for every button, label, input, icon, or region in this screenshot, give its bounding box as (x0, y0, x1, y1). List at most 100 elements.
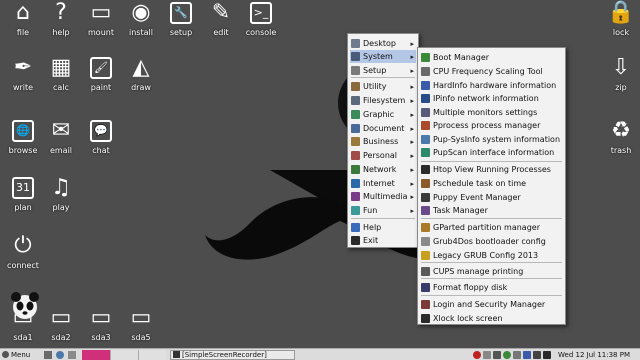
drive-icon: ▭ (90, 305, 112, 330)
spreadsheet-icon: ▦ (50, 55, 72, 80)
menu-item-label: Pup-SysInfo system information (433, 135, 561, 144)
drive-tray-icon[interactable] (513, 350, 522, 359)
system-menu-item[interactable]: PupScan interface information (420, 146, 563, 159)
clock[interactable]: Wed 12 Jul 11:38 PM (558, 351, 630, 359)
screen-recorder-icon (173, 351, 180, 358)
menu-item-fun[interactable]: Fun ▸ (350, 204, 416, 217)
menu-item-exit[interactable]: Exit (350, 234, 416, 247)
puppy-panda-icon[interactable] (2, 290, 48, 324)
menu-item-filesystem[interactable]: Filesystem ▸ (350, 94, 416, 107)
taskbar-window-label: [SimpleScreenRecorder] (182, 350, 267, 359)
desktop-icon-play[interactable]: ♫ play (38, 175, 84, 212)
system-menu-item[interactable]: Pschedule task on time (420, 177, 563, 190)
desktop-icon-label: zip (615, 83, 627, 92)
menu-item-label: Exit (363, 236, 379, 245)
window-launcher-icon[interactable] (68, 350, 76, 359)
desktop-icon-label: sda5 (131, 333, 151, 342)
system-menu-item[interactable]: Puppy Event Manager (420, 191, 563, 204)
record-tray-icon[interactable] (473, 350, 482, 359)
desktop-icon-label: chat (92, 146, 110, 155)
browser-launcher-icon[interactable] (56, 350, 64, 359)
menu-item-label: Personal (363, 151, 398, 160)
menu-separator (351, 77, 415, 78)
taskbar-window-button[interactable]: [SimpleScreenRecorder] (170, 349, 295, 360)
menu-button[interactable]: Menu (0, 350, 42, 360)
menu-item-desktop[interactable]: Desktop ▸ (350, 37, 416, 50)
system-menu-item[interactable]: CPU Frequency Scaling Tool (420, 65, 563, 78)
tray-icon[interactable] (483, 350, 492, 359)
system-menu-item[interactable]: GParted partition manager (420, 221, 563, 234)
battery-tray-icon[interactable] (533, 350, 542, 359)
taskbar: Menu [SimpleScreenRecorder] Wed 12 Jul 1… (0, 348, 640, 360)
system-menu-item[interactable]: CUPS manage printing (420, 265, 563, 278)
archive-icon: ⇩ (611, 55, 631, 80)
network-icon (351, 165, 360, 174)
menu-item-multimedia[interactable]: Multimedia ▸ (350, 190, 416, 203)
app-icon (421, 206, 430, 215)
desktop-icon-chat[interactable]: 💬 chat (78, 118, 124, 155)
fun-icon (351, 206, 360, 215)
desktop-icon-console[interactable]: >_ console (238, 0, 284, 37)
menu-item-help[interactable]: Help (350, 221, 416, 234)
system-menu-item[interactable]: Htop View Running Processes (420, 163, 563, 176)
system-menu-item[interactable]: Multiple monitors settings (420, 106, 563, 119)
menu-item-business[interactable]: Business ▸ (350, 135, 416, 148)
menu-item-setup[interactable]: Setup ▸ (350, 64, 416, 77)
app-icon (421, 314, 430, 323)
desktop-icon-draw[interactable]: ◭ draw (118, 55, 164, 92)
app-icon (421, 108, 430, 117)
submenu-arrow-icon: ▸ (410, 82, 414, 91)
system-menu-item[interactable]: Grub4Dos bootloader config (420, 235, 563, 248)
desktop-icon-sda5[interactable]: ▭ sda5 (118, 305, 164, 342)
submenu-arrow-icon: ▸ (410, 206, 414, 215)
desktop-icon-label: trash (610, 146, 632, 155)
menu-item-label: Help (363, 223, 382, 232)
padlock-icon: 🔒 (607, 0, 635, 25)
system-menu-item[interactable]: Pup-SysInfo system information (420, 133, 563, 146)
menu-item-graphic[interactable]: Graphic ▸ (350, 108, 416, 121)
app-icon (421, 283, 430, 292)
menu-separator (421, 262, 562, 263)
chat-bubble-icon: 💬 (88, 118, 114, 144)
workspace-switcher[interactable] (82, 349, 166, 360)
desktop-icon-trash[interactable]: ♻ trash (598, 118, 640, 155)
system-menu-item[interactable]: Legacy GRUB Config 2013 (420, 249, 563, 262)
desktop-icon-lock[interactable]: 🔒 lock (598, 0, 640, 37)
menu-item-system[interactable]: System ▸ (350, 50, 416, 63)
system-menu-item[interactable]: HardInfo hardware information (420, 79, 563, 92)
system-menu-item[interactable]: Xlock lock screen (420, 312, 563, 325)
update-tray-icon[interactable] (503, 350, 512, 359)
menu-separator (421, 295, 562, 296)
menu-item-personal[interactable]: Personal ▸ (350, 149, 416, 162)
menu-item-internet[interactable]: Internet ▸ (350, 177, 416, 190)
system-menu-item[interactable]: Format floppy disk (420, 281, 563, 294)
menu-separator (421, 161, 562, 162)
system-menu-item[interactable]: Task Manager (420, 204, 563, 217)
submenu-arrow-icon: ▸ (410, 165, 414, 174)
music-note-icon: ♫ (51, 175, 71, 200)
app-icon (421, 223, 430, 232)
system-menu-item[interactable]: Login and Security Manager (420, 298, 563, 311)
submenu-arrow-icon: ▸ (410, 66, 414, 75)
desktop-icon-label: lock (612, 28, 630, 37)
submenu-arrow-icon: ▸ (410, 39, 414, 48)
system-menu-item[interactable]: IPinfo network information (420, 92, 563, 105)
menu-item-document[interactable]: Document ▸ (350, 122, 416, 135)
system-menu-item[interactable]: Boot Manager (420, 51, 563, 64)
menu-separator (421, 218, 562, 219)
desktop-launcher-icon[interactable] (44, 350, 52, 359)
menu-item-network[interactable]: Network ▸ (350, 163, 416, 176)
submenu-arrow-icon: ▸ (410, 179, 414, 188)
desktop-icon-zip[interactable]: ⇩ zip (598, 55, 640, 92)
network-tray-icon[interactable] (493, 350, 502, 359)
menu-item-utility[interactable]: Utility ▸ (350, 80, 416, 93)
desktop-icon-connect[interactable]: ⏻ connect (0, 233, 46, 270)
system-menu-item[interactable]: Pprocess process manager (420, 119, 563, 132)
desktop-icon (351, 39, 360, 48)
power-tray-icon[interactable] (543, 350, 552, 359)
menu-item-label: Fun (363, 206, 378, 215)
menu-item-label: Xlock lock screen (433, 314, 503, 323)
question-icon: ? (55, 0, 67, 25)
setup-icon (351, 66, 360, 75)
volume-tray-icon[interactable] (523, 350, 532, 359)
